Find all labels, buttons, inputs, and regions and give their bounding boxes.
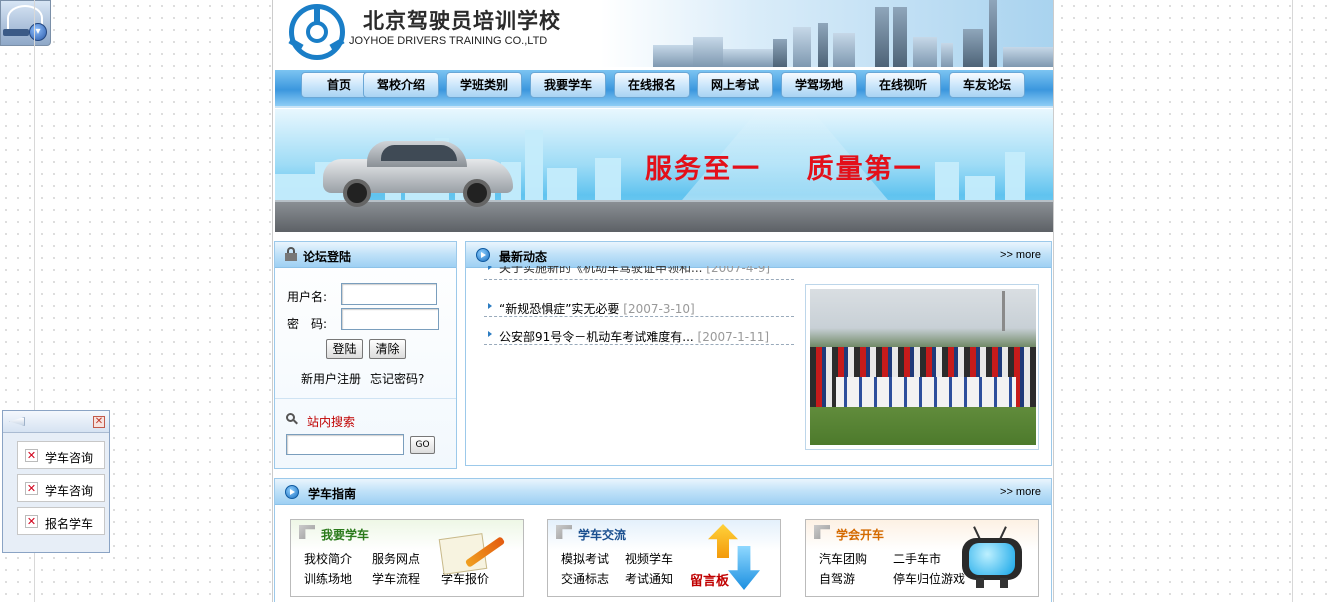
nav-classes[interactable]: 学班类别 <box>446 72 522 98</box>
site-search-label: 站内搜索 <box>307 415 356 429</box>
password-label: 密 码: <box>287 317 328 331</box>
guide-more-link[interactable]: >> more <box>1000 486 1041 498</box>
lock-icon <box>285 247 297 261</box>
nav-grounds[interactable]: 学驾场地 <box>781 72 857 98</box>
arrow-icon <box>556 525 572 539</box>
arrow-circle-icon <box>285 485 299 499</box>
site-search-input[interactable] <box>286 434 404 455</box>
speaker-icon <box>9 417 25 426</box>
link-used-cars[interactable]: 二手车市 <box>893 550 941 567</box>
link-parking-game[interactable]: 停车归位游戏 <box>893 570 965 587</box>
arrow-icon <box>814 525 830 539</box>
username-label: 用户名: <box>287 290 328 304</box>
news-item[interactable]: “新规恐惧症”实无必要 [2007-3-10] <box>484 297 794 317</box>
news-item[interactable]: 公安部91号令－机动车考试难度有... [2007-1-11] <box>484 325 794 345</box>
guide-card-learn: 我要学车 我校简介 服务网点 训练场地 学车流程 学车报价 <box>290 519 524 597</box>
news-item[interactable]: 关于实施新的《机动车驾驶证申领和... [2007-4-9] <box>484 266 794 280</box>
forgot-password-link[interactable]: 忘记密码? <box>370 370 424 387</box>
banner-slogan: 服务至一 质量第一 <box>645 154 923 185</box>
floating-widget-icon[interactable]: ▾ <box>0 0 51 46</box>
link-group-buy[interactable]: 汽车团购 <box>819 550 867 567</box>
notebook-pen-icon <box>438 530 506 576</box>
site-header: 北京驾驶员培训学校 JOYHOE DRIVERS TRAINING CO.,LT… <box>273 0 1053 67</box>
link-learning-process[interactable]: 学车流程 <box>372 570 420 587</box>
broken-image-icon: ✕ <box>25 515 38 528</box>
nav-about[interactable]: 驾校介绍 <box>363 72 439 98</box>
card-title: 我要学车 <box>321 528 370 542</box>
nav-media[interactable]: 在线视听 <box>865 72 941 98</box>
link-traffic-signs[interactable]: 交通标志 <box>561 570 609 587</box>
driving-guide-box: 学车指南 >> more 我要学车 我校简介 服务网点 训练场地 学车流程 学车… <box>274 478 1052 602</box>
latest-news-box: 最新动态 >> more 关于实施新的《机动车驾驶证申领和... [2007-4… <box>465 241 1052 466</box>
card-title: 学车交流 <box>578 528 627 542</box>
username-input[interactable] <box>341 283 437 305</box>
search-go-button[interactable]: GO <box>410 436 435 454</box>
main-nav: 首页 驾校介绍 学班类别 我要学车 在线报名 网上考试 学驾场地 在线视听 车友… <box>275 70 1053 108</box>
arrow-circle-icon <box>476 248 490 262</box>
arrow-icon <box>299 525 315 539</box>
search-icon <box>286 413 298 425</box>
clear-button[interactable]: 清除 <box>369 339 406 359</box>
nav-forum[interactable]: 车友论坛 <box>949 72 1025 98</box>
float-item[interactable]: ✕ 报名学车 <box>17 507 105 535</box>
link-school-intro[interactable]: 我校简介 <box>304 550 352 567</box>
broken-image-icon: ✕ <box>25 482 38 495</box>
login-title: 论坛登陆 <box>303 250 352 264</box>
link-mock-exam[interactable]: 模拟考试 <box>561 550 609 567</box>
team-photo <box>805 284 1039 450</box>
message-board-link[interactable]: 留言板 <box>690 570 729 589</box>
nav-learn[interactable]: 我要学车 <box>530 72 606 98</box>
news-title: 最新动态 <box>499 250 548 264</box>
link-training-ground[interactable]: 训练场地 <box>304 570 352 587</box>
broken-image-icon: ✕ <box>25 449 38 462</box>
nav-register[interactable]: 在线报名 <box>614 72 690 98</box>
tv-icon <box>962 526 1024 590</box>
guide-card-exchange: 学车交流 模拟考试 视频学车 交通标志 考试通知 留言板 <box>547 519 781 597</box>
site-subtitle: JOYHOE DRIVERS TRAINING CO.,LTD <box>349 35 548 47</box>
guide-card-drive: 学会开车 汽车团购 二手车市 自驾游 停车归位游戏 <box>805 519 1039 597</box>
float-item[interactable]: ✕ 学车咨询 <box>17 474 105 502</box>
forum-login-box: 论坛登陆 用户名: 密 码: 登陆 清除 新用户注册 忘记密码? 站内搜索 GO <box>274 241 457 469</box>
up-arrow-icon <box>708 524 738 558</box>
down-arrow-icon <box>728 546 760 590</box>
card-title: 学会开车 <box>836 528 885 542</box>
link-exam-notice[interactable]: 考试通知 <box>625 570 673 587</box>
bar-icon <box>3 29 29 36</box>
site-title: 北京驾驶员培训学校 <box>363 9 561 33</box>
news-more-link[interactable]: >> more <box>1000 249 1041 261</box>
link-video-learning[interactable]: 视频学车 <box>625 550 673 567</box>
car-image <box>323 139 513 207</box>
close-icon[interactable]: ✕ <box>93 416 105 428</box>
nav-exam[interactable]: 网上考试 <box>697 72 773 98</box>
register-link[interactable]: 新用户注册 <box>301 370 361 387</box>
guide-title: 学车指南 <box>308 487 357 501</box>
logo-core-icon <box>306 21 328 43</box>
link-self-drive[interactable]: 自驾游 <box>819 570 855 587</box>
login-button[interactable]: 登陆 <box>326 339 363 359</box>
hero-banner: 服务至一 质量第一 <box>275 109 1053 232</box>
password-input[interactable] <box>341 308 439 330</box>
chevron-down-icon[interactable]: ▾ <box>29 23 47 41</box>
float-item[interactable]: ✕ 学车咨询 <box>17 441 105 469</box>
link-service-points[interactable]: 服务网点 <box>372 550 420 567</box>
float-consult-panel: ✕ ✕ 学车咨询 ✕ 学车咨询 ✕ 报名学车 <box>2 410 110 553</box>
